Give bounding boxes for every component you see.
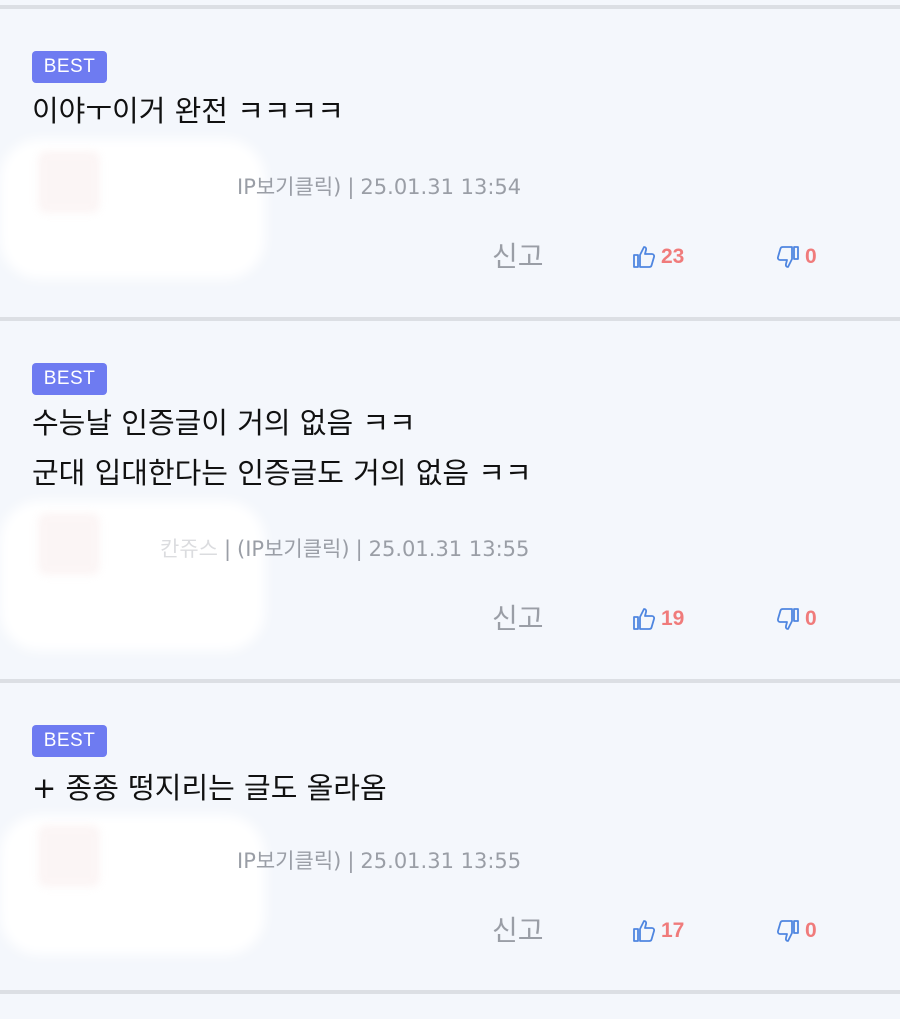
- thumbs-down-icon: [775, 918, 801, 944]
- like-button[interactable]: 17: [631, 911, 684, 951]
- comment-datetime: 25.01.31 13:54: [360, 175, 522, 199]
- comment-item: BEST + 종종 떵지리는 글도 올라옴 IP보기클릭) | 25.01.31 1…: [0, 683, 900, 991]
- ip-view-link[interactable]: IP보기클릭): [237, 849, 341, 873]
- avatar: [38, 513, 100, 575]
- comment-body: + 종종 떵지리는 글도 올라옴: [32, 763, 872, 813]
- comment-actions: 신고 23 0: [0, 237, 900, 277]
- best-badge: BEST: [32, 725, 107, 757]
- comment-body: 이야ㅜ이거 완전 ㅋㅋㅋㅋ: [32, 86, 872, 136]
- divider: [0, 990, 900, 994]
- thumbs-up-icon: [631, 918, 657, 944]
- dislike-count: 0: [805, 245, 817, 268]
- dislike-button[interactable]: 0: [775, 911, 817, 951]
- avatar: [38, 151, 100, 213]
- comment-datetime: 25.01.31 13:55: [368, 537, 530, 561]
- comment-text: 군대 입대한다는 인증글도 거의 없음 ㅋㅋ: [32, 456, 532, 490]
- comment-meta: IP보기클릭) | 25.01.31 13:54: [237, 175, 522, 199]
- ip-view-link[interactable]: IP보기클릭): [237, 175, 341, 199]
- comment-item: BEST 수능날 인증글이 거의 없음 ㅋㅋ 군대 입대한다는 인증글도 거의 …: [0, 321, 900, 679]
- like-button[interactable]: 23: [631, 237, 684, 277]
- comment-text: + 종종 떵지리는 글도 올라옴: [32, 771, 387, 805]
- report-button[interactable]: 신고: [492, 237, 544, 277]
- best-badge: BEST: [32, 363, 107, 395]
- comment-datetime: 25.01.31 13:55: [360, 849, 522, 873]
- thumbs-up-icon: [631, 606, 657, 632]
- avatar: [38, 825, 100, 887]
- comment-body: 수능날 인증글이 거의 없음 ㅋㅋ 군대 입대한다는 인증글도 거의 없음 ㅋㅋ: [32, 398, 872, 498]
- dislike-count: 0: [805, 607, 817, 630]
- comment-item: BEST 이야ㅜ이거 완전 ㅋㅋㅋㅋ IP보기클릭) | 25.01.31 13:5…: [0, 9, 900, 318]
- comment-text: 이야ㅜ이거 완전 ㅋㅋㅋㅋ: [32, 94, 344, 128]
- comment-meta: IP보기클릭) | 25.01.31 13:55: [237, 849, 522, 873]
- comment-actions: 신고 19 0: [0, 599, 900, 639]
- like-count: 17: [661, 919, 685, 942]
- ip-view-link[interactable]: (IP보기클릭): [237, 537, 350, 561]
- dislike-button[interactable]: 0: [775, 599, 817, 639]
- like-count: 23: [661, 245, 685, 268]
- best-comment-list: BEST 이야ㅜ이거 완전 ㅋㅋㅋㅋ IP보기클릭) | 25.01.31 13:5…: [0, 0, 900, 1019]
- thumbs-down-icon: [775, 244, 801, 270]
- like-button[interactable]: 19: [631, 599, 684, 639]
- report-button[interactable]: 신고: [492, 599, 544, 639]
- best-badge: BEST: [32, 51, 107, 83]
- comment-actions: 신고 17 0: [0, 911, 900, 951]
- thumbs-down-icon: [775, 606, 801, 632]
- comment-meta: 칸쥬스 | (IP보기클릭) | 25.01.31 13:55: [160, 537, 530, 561]
- dislike-button[interactable]: 0: [775, 237, 817, 277]
- comment-text: 수능날 인증글이 거의 없음 ㅋㅋ: [32, 406, 416, 440]
- dislike-count: 0: [805, 919, 817, 942]
- like-count: 19: [661, 607, 685, 630]
- report-button[interactable]: 신고: [492, 911, 544, 951]
- thumbs-up-icon: [631, 244, 657, 270]
- author-name[interactable]: 칸쥬스: [160, 537, 218, 561]
